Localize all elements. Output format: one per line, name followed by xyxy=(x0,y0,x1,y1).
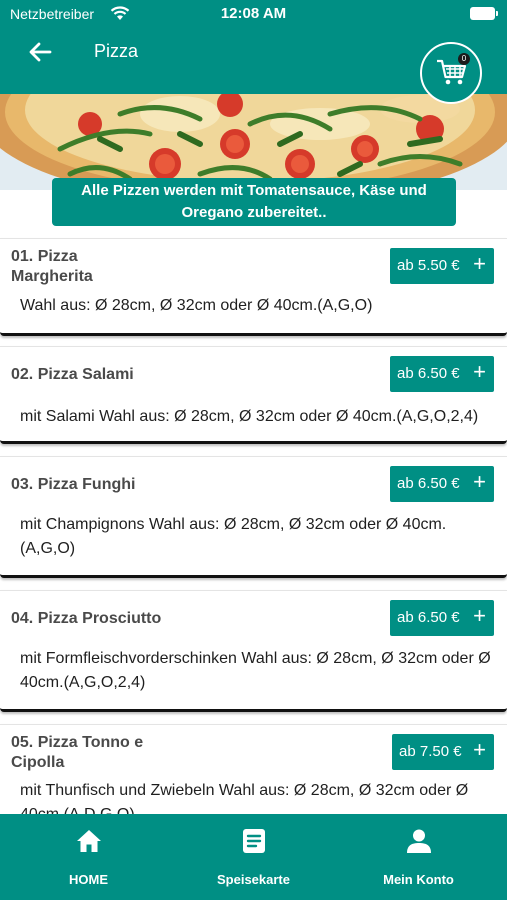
cart-count-badge: 0 xyxy=(458,53,470,65)
item-name: 02. Pizza Salami xyxy=(11,366,134,383)
cart-button[interactable]: 0 xyxy=(420,42,482,104)
plus-icon: + xyxy=(473,737,486,762)
nav-mein-konto[interactable]: Mein Konto xyxy=(334,814,503,900)
plus-icon: + xyxy=(473,251,486,276)
plus-icon: + xyxy=(473,603,486,628)
list-item: 04. Pizza Prosciutto ab 6.50 € + mit For… xyxy=(0,590,507,712)
nav-speisekarte-label: Speisekarte xyxy=(217,872,290,887)
nav-mein-konto-label: Mein Konto xyxy=(383,872,454,887)
price-label: ab 6.50 € xyxy=(397,475,460,492)
status-bar: Netzbetreiber 12:08 AM xyxy=(0,0,507,28)
price-label: ab 5.50 € xyxy=(397,257,460,274)
menu-card-icon xyxy=(243,829,265,853)
plus-icon: + xyxy=(473,359,486,384)
battery-icon xyxy=(470,7,498,20)
item-name: 03. Pizza Funghi xyxy=(11,476,136,493)
price-label: ab 7.50 € xyxy=(399,743,462,760)
list-item: 03. Pizza Funghi ab 6.50 € + mit Champig… xyxy=(0,456,507,578)
page-title: Pizza xyxy=(94,41,139,61)
nav-home-label: HOME xyxy=(69,872,108,887)
item-name: 04. Pizza Prosciutto xyxy=(11,610,162,627)
hero-pizza-image xyxy=(0,94,507,190)
add-item-button[interactable]: ab 6.50 € + xyxy=(390,466,494,502)
add-item-button[interactable]: ab 7.50 € + xyxy=(392,734,494,770)
user-icon xyxy=(407,829,431,853)
item-name: 05. Pizza Tonno e Cipolla xyxy=(11,734,144,771)
plus-icon: + xyxy=(473,469,486,494)
list-item: 01. Pizza Margherita ab 5.50 € + Wahl au… xyxy=(0,238,507,336)
list-item: 02. Pizza Salami ab 6.50 € + mit Salami … xyxy=(0,346,507,444)
item-description: mit Formfleischvorderschinken Wahl aus: … xyxy=(20,650,491,691)
nav-speisekarte[interactable]: Speisekarte xyxy=(169,814,338,900)
info-notice: Alle Pizzen werden mit Tomatensauce, Käs… xyxy=(52,178,456,226)
add-item-button[interactable]: ab 5.50 € + xyxy=(390,248,494,284)
price-label: ab 6.50 € xyxy=(397,365,460,382)
add-item-button[interactable]: ab 6.50 € + xyxy=(390,356,494,392)
price-label: ab 6.50 € xyxy=(397,609,460,626)
app-header: Pizza 0 xyxy=(0,28,507,104)
item-description: mit Champignons Wahl aus: Ø 28cm, Ø 32cm… xyxy=(20,516,447,557)
home-icon xyxy=(77,830,101,852)
add-item-button[interactable]: ab 6.50 € + xyxy=(390,600,494,636)
back-arrow-icon[interactable] xyxy=(26,38,54,66)
nav-home[interactable]: HOME xyxy=(4,814,173,900)
bottom-nav: HOME Speisekarte Mein Konto xyxy=(0,814,507,900)
item-description: Wahl aus: Ø 28cm, Ø 32cm oder Ø 40cm.(A,… xyxy=(20,297,373,314)
item-name: 01. Pizza Margherita xyxy=(11,248,93,285)
status-time: 12:08 AM xyxy=(220,5,287,22)
item-description: mit Salami Wahl aus: Ø 28cm, Ø 32cm oder… xyxy=(20,408,479,425)
